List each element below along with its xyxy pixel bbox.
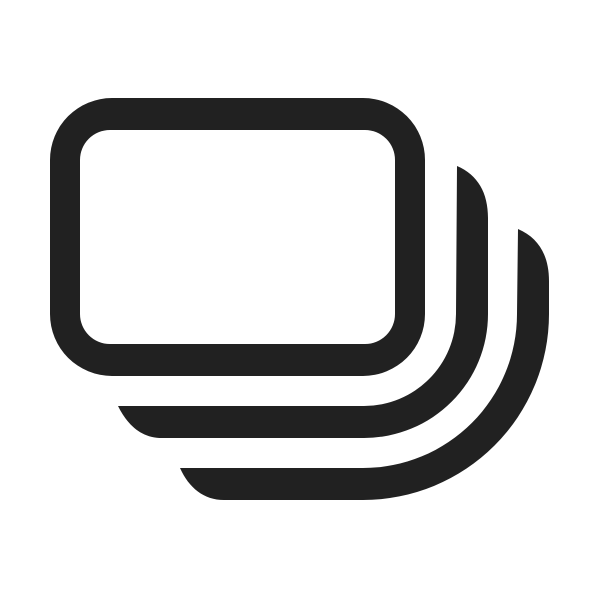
- stacked-cards-icon: [50, 98, 549, 500]
- front-card-outline-icon: [50, 98, 425, 376]
- icon-canvas: [0, 0, 600, 600]
- middle-card-edge-icon: [118, 166, 488, 438]
